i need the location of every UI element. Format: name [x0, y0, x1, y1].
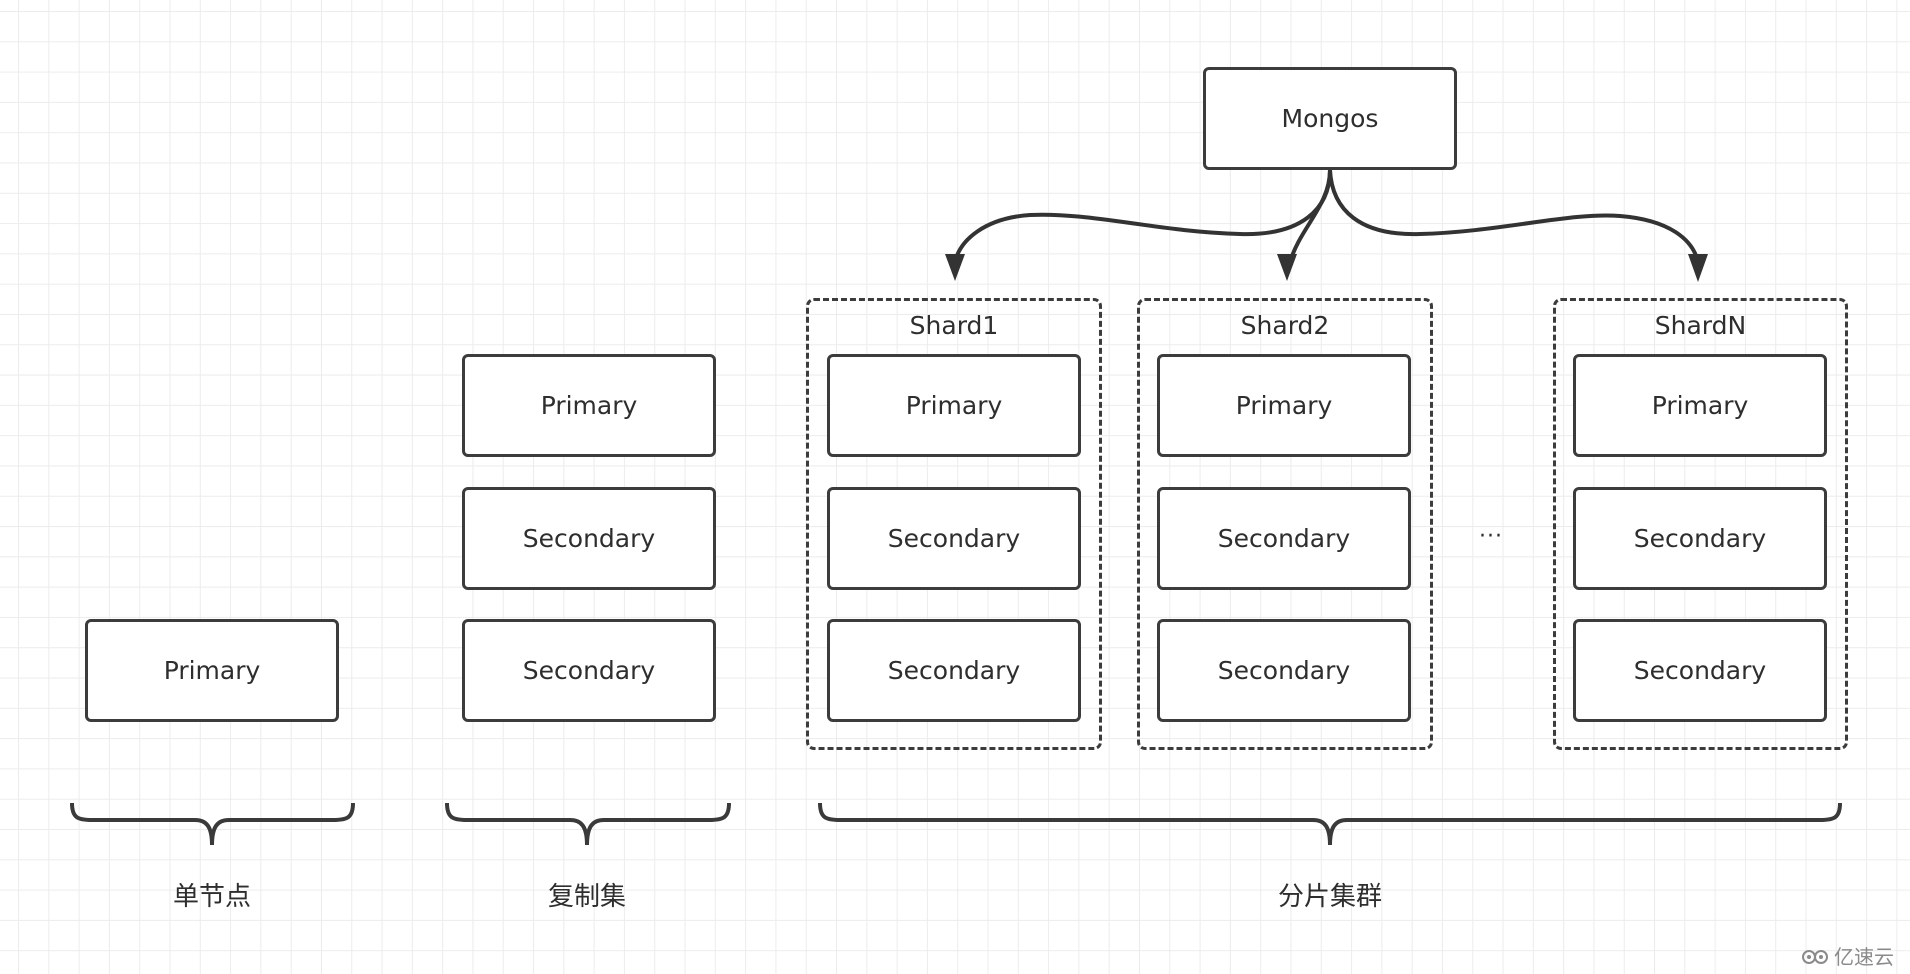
shard-2-secondary-2[interactable]: Secondary [1157, 619, 1411, 722]
brace-sharded-cluster [818, 802, 1842, 846]
node-label: Secondary [522, 524, 656, 553]
caption-replica-set: 复制集 [547, 882, 627, 912]
replica-set-secondary-2[interactable]: Secondary [462, 619, 716, 722]
shard-n-primary[interactable]: Primary [1573, 354, 1827, 457]
node-label: Primary [163, 656, 261, 685]
arrowhead-shard1 [945, 254, 965, 281]
caption-single-node: 单节点 [172, 882, 252, 912]
shard-title: Shard2 [1240, 311, 1330, 340]
single-node-primary[interactable]: Primary [85, 619, 339, 722]
node-label: Secondary [1633, 524, 1767, 553]
node-label: Primary [540, 391, 638, 420]
replica-set-secondary-1[interactable]: Secondary [462, 487, 716, 590]
node-label: Primary [905, 391, 1003, 420]
shard-1-secondary-2[interactable]: Secondary [827, 619, 1081, 722]
shard-1-primary[interactable]: Primary [827, 354, 1081, 457]
shard-2-primary[interactable]: Primary [1157, 354, 1411, 457]
node-label: Secondary [887, 524, 1021, 553]
shard-title: ShardN [1654, 311, 1747, 340]
node-label: Secondary [1217, 656, 1351, 685]
replica-set-primary[interactable]: Primary [462, 354, 716, 457]
mongos-node[interactable]: Mongos [1203, 67, 1457, 170]
node-label: Secondary [1217, 524, 1351, 553]
more-shards-ellipsis: ... [1479, 517, 1503, 543]
node-label: Primary [1651, 391, 1749, 420]
node-label: Secondary [522, 656, 656, 685]
watermark: 亿速云 [1800, 941, 1894, 970]
cloud-logo-icon [1802, 949, 1828, 964]
edge-mongos-shardn [1328, 169, 1700, 263]
node-label: Secondary [1633, 656, 1767, 685]
watermark-text: 亿速云 [1834, 945, 1894, 969]
brace-single-node [70, 802, 355, 846]
shard-n-secondary-1[interactable]: Secondary [1573, 487, 1827, 590]
brace-replica-set [445, 802, 731, 846]
shard-title: Shard1 [909, 311, 999, 340]
shard-1-secondary-1[interactable]: Secondary [827, 487, 1081, 590]
shard-n-secondary-2[interactable]: Secondary [1573, 619, 1827, 722]
arrowhead-shard2 [1277, 254, 1297, 281]
edge-mongos-shard1 [953, 169, 1332, 263]
node-label: Primary [1235, 391, 1333, 420]
arrowhead-shardn [1688, 254, 1708, 282]
shard-2-secondary-1[interactable]: Secondary [1157, 487, 1411, 590]
caption-sharded-cluster: 分片集群 [1277, 882, 1383, 912]
mongos-label: Mongos [1281, 104, 1379, 133]
node-label: Secondary [887, 656, 1021, 685]
